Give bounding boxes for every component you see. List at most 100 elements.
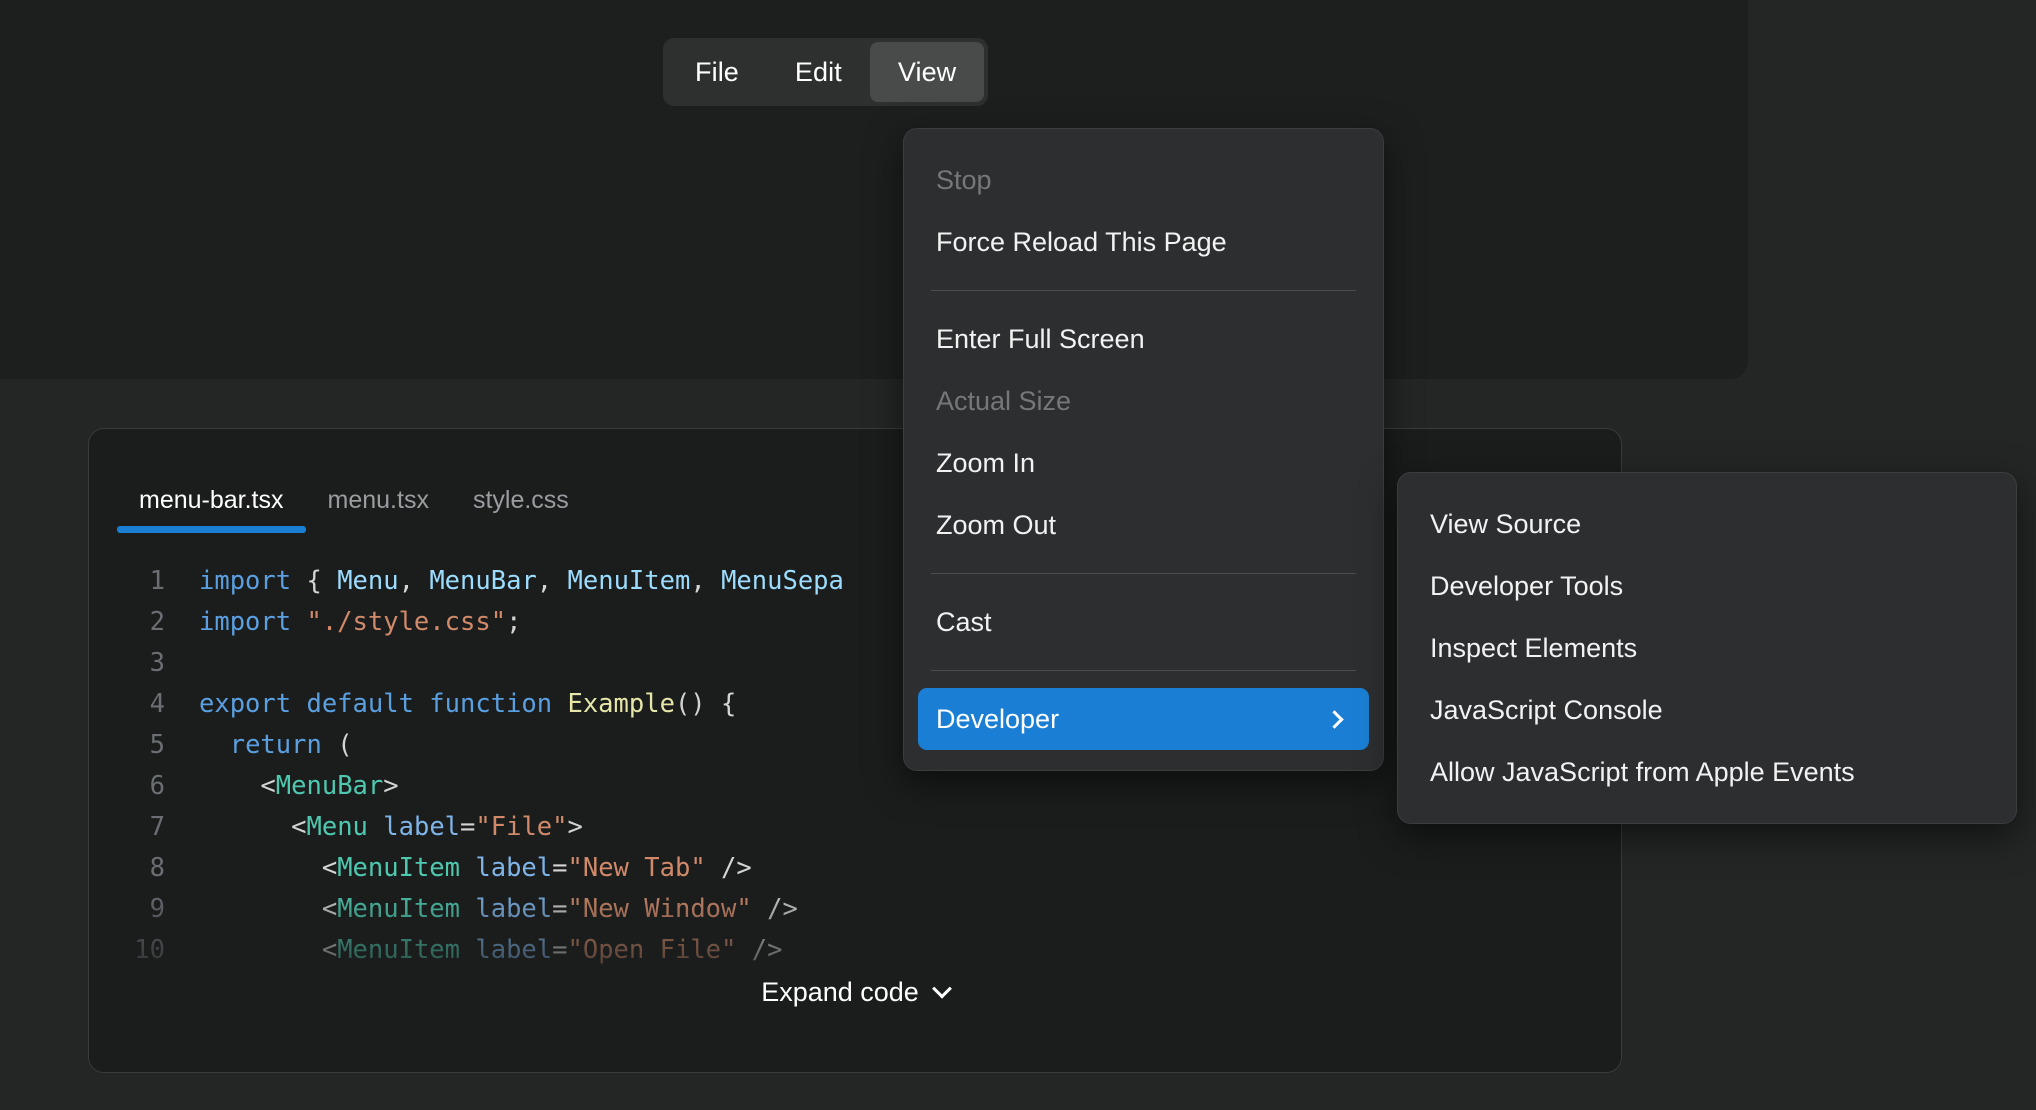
code-token-var: Menu [337,566,399,596]
menu-item-actual-size: Actual Size [918,370,1369,432]
code-token-punc: = [460,812,476,842]
menu-item-force-reload-this-page[interactable]: Force Reload This Page [918,211,1369,273]
code-token-tag: MenuItem [337,935,461,965]
code-token-fn: Example [567,689,675,719]
code-line: 3 [89,643,1621,684]
menu-item-zoom-in[interactable]: Zoom In [918,432,1369,494]
code-token-tag: MenuBar [275,771,384,801]
code-line: 2 import "./style.css"; [89,602,1621,643]
code-token-punc: < [321,853,338,883]
expand-code-row: Expand code [89,971,1621,1014]
code-line: 8 <MenuItem label="New Tab" /> [89,848,1621,889]
submenu-item-developer-tools[interactable]: Developer Tools [1412,555,2002,617]
code-line-number: 6 [149,771,165,801]
code-token-tag: Menu [306,812,368,842]
code-token-str: "Open File" [567,935,737,965]
submenu-item-allow-javascript-from-apple-events[interactable]: Allow JavaScript from Apple Events [1412,741,2002,803]
code-token-punc: /> [705,853,752,883]
active-tab-indicator [117,526,306,533]
chevron-down-icon [931,978,952,999]
code-line: 1 import { Menu, MenuBar, MenuItem, MenuS… [89,561,1621,602]
menu-item-label: Force Reload This Page [936,226,1227,257]
code-token-kw: import [199,607,307,637]
menu-item-label: Zoom In [936,447,1036,478]
code-line-text: <MenuItem label="New Window" /> [199,889,1621,930]
code-token-punc: < [291,812,307,842]
code-line-number: 5 [149,730,165,760]
menu-item-label: Zoom Out [936,509,1057,540]
menu-separator [931,290,1356,291]
code-token-punc: = [552,894,568,924]
menu-separator [931,670,1356,671]
code-token-punc: { [306,566,338,596]
code-token-str: "New Window" [567,894,752,924]
code-token-punc: , [398,566,430,596]
menu-item-zoom-out[interactable]: Zoom Out [918,494,1369,556]
code-line-number: 1 [149,566,165,596]
code-token-punc: = [552,853,568,883]
code-token-kw: import [199,566,307,596]
code-line-number: 2 [149,607,165,637]
code-token-punc: > [567,812,583,842]
submenu-item-javascript-console[interactable]: JavaScript Console [1412,679,2002,741]
code-tab-menu-bar-tsx[interactable]: menu-bar.tsx [117,486,306,533]
code-token-punc: > [383,771,399,801]
code-token-attr: label [475,894,553,924]
menu-item-enter-full-screen[interactable]: Enter Full Screen [918,308,1369,370]
menu-item-stop: Stop [918,149,1369,211]
code-token-punc: , [690,566,722,596]
menu-item-label: Stop [936,164,992,195]
submenu-item-label: View Source [1430,508,1582,539]
code-line-number: 10 [134,935,165,965]
menu-item-label: Actual Size [936,385,1072,416]
submenu-item-label: Developer Tools [1430,570,1624,601]
menu-item-developer[interactable]: Developer [918,688,1369,750]
code-tab-label: style.css [472,486,569,514]
code-line-text: <MenuItem label="New Tab" /> [199,848,1621,889]
code-token-kw: export default function [199,689,568,719]
code-token-punc: ( [321,730,353,760]
code-token-var: MenuBar [429,566,537,596]
menubar-item-label: File [695,56,739,87]
code-tabs: menu-bar.tsx menu.tsx style.css [89,429,1621,533]
submenu-item-view-source[interactable]: View Source [1412,493,2002,555]
code-token-var: MenuItem [567,566,691,596]
chevron-right-icon [1325,709,1344,729]
code-line-number: 8 [149,853,165,883]
menubar-item-edit[interactable]: Edit [767,42,870,102]
menubar-item-view[interactable]: View [869,42,985,102]
code-line: 5 return ( [89,725,1621,766]
code-panel: menu-bar.tsx menu.tsx style.css 1 import … [88,428,1622,1073]
submenu-item-label: JavaScript Console [1430,694,1663,725]
code-editor-content[interactable]: 1 import { Menu, MenuBar, MenuItem, MenuS… [89,533,1621,993]
code-tab-label: menu-bar.tsx [139,486,284,514]
submenu-item-label: Inspect Elements [1430,632,1638,663]
code-token-punc: /> [751,894,798,924]
menubar-item-label: Edit [794,56,842,87]
code-token-punc: = [552,935,568,965]
code-line-number: 9 [149,894,165,924]
menu-item-cast[interactable]: Cast [918,591,1369,653]
code-token-str: "./style.css" [306,607,507,637]
code-token-attr: label [383,812,461,842]
menu-bar: File Edit View [663,38,989,106]
code-token-var: MenuSepa [721,566,844,596]
code-line: 9 <MenuItem label="New Window" /> [89,889,1621,930]
code-tab-menu-tsx[interactable]: menu.tsx [306,486,451,533]
code-line: 10 <MenuItem label="Open File" /> [89,930,1621,971]
menu-item-label: Cast [936,606,992,637]
submenu-item-inspect-elements[interactable]: Inspect Elements [1412,617,2002,679]
code-line-number: 4 [149,689,165,719]
expand-code-button[interactable]: Expand code [749,971,961,1014]
code-token-str: "New Tab" [567,853,706,883]
menubar-item-file[interactable]: File [667,42,767,102]
code-tab-style-css[interactable]: style.css [451,486,591,533]
